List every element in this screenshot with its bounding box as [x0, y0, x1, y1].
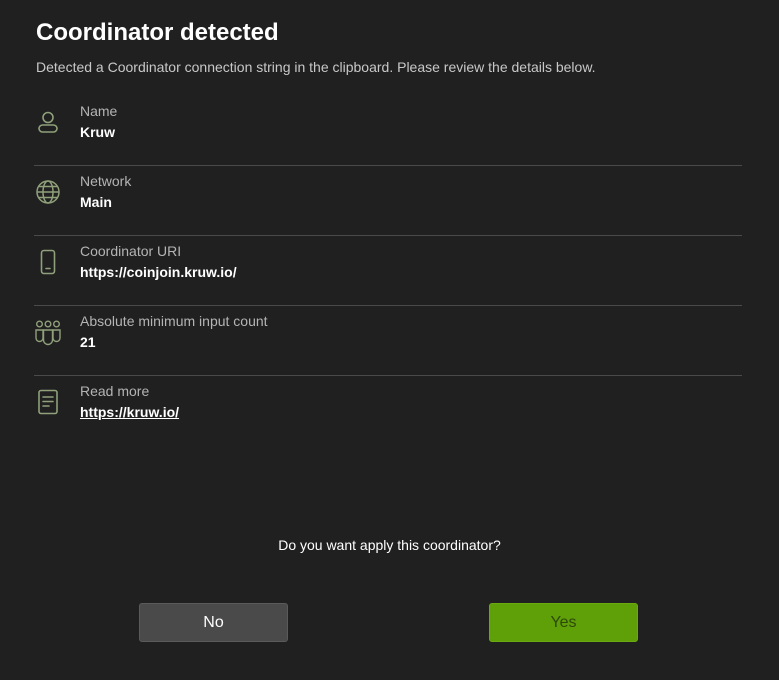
detail-label: Name: [80, 103, 118, 119]
detail-value: Kruw: [80, 124, 115, 140]
confirmation-question: Do you want apply this coordinator?: [278, 537, 501, 553]
dialog-subtitle: Detected a Coordinator connection string…: [36, 59, 596, 75]
detail-value: 21: [80, 334, 96, 350]
detail-row-coordinator-uri: Coordinator URI https://coinjoin.kruw.io…: [34, 236, 742, 306]
globe-icon: [34, 178, 62, 206]
document-icon: [34, 388, 62, 416]
detail-label: Absolute minimum input count: [80, 313, 268, 329]
detail-row-name: Name Kruw: [34, 96, 742, 166]
detail-value: https://coinjoin.kruw.io/: [80, 264, 237, 280]
coordinator-details-list: Name Kruw Network Main Coordinator URI h…: [34, 96, 742, 446]
people-group-icon: [34, 318, 62, 346]
dialog-title: Coordinator detected: [36, 19, 279, 46]
detail-label: Coordinator URI: [80, 243, 182, 259]
yes-button[interactable]: Yes: [489, 603, 638, 642]
detail-label: Read more: [80, 383, 150, 399]
detail-row-read-more: Read more https://kruw.io/: [34, 376, 742, 446]
phone-icon: [34, 248, 62, 276]
detail-label: Network: [80, 173, 132, 189]
detail-row-network: Network Main: [34, 166, 742, 236]
read-more-link[interactable]: https://kruw.io/: [80, 403, 179, 421]
person-icon: [34, 108, 62, 136]
detail-value: Main: [80, 194, 112, 210]
no-button[interactable]: No: [139, 603, 288, 642]
detail-row-min-input-count: Absolute minimum input count 21: [34, 306, 742, 376]
coordinator-detected-dialog: Coordinator detected Detected a Coordina…: [0, 0, 779, 680]
